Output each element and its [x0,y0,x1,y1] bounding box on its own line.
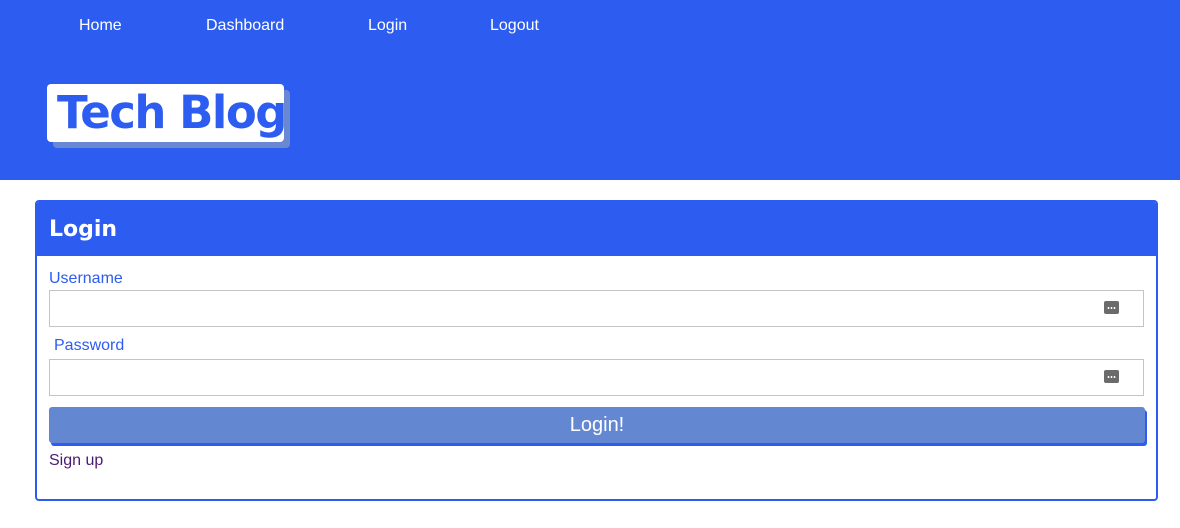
login-card-title: Login [49,217,118,242]
autofill-key-icon[interactable] [1104,301,1119,314]
nav-link-login[interactable]: Login [368,16,407,36]
password-label: Password [54,337,125,354]
nav-link-home[interactable]: Home [79,16,122,36]
login-card-header: Login [37,202,1156,256]
username-input[interactable] [49,290,1144,327]
login-submit-button[interactable]: Login! [49,407,1145,443]
site-title: Tech Blog [47,84,287,142]
login-card: Login Username Password Login! Sign up [35,200,1158,501]
signup-link[interactable]: Sign up [49,451,103,471]
nav-link-logout[interactable]: Logout [490,16,539,36]
main-nav: Home Dashboard Login Logout [0,16,700,38]
username-label: Username [49,270,123,287]
autofill-key-icon[interactable] [1104,370,1119,383]
nav-link-dashboard[interactable]: Dashboard [206,16,284,36]
site-logo: Tech Blog [47,84,290,148]
site-header: Home Dashboard Login Logout Tech Blog [0,0,1180,180]
password-input[interactable] [49,359,1144,396]
